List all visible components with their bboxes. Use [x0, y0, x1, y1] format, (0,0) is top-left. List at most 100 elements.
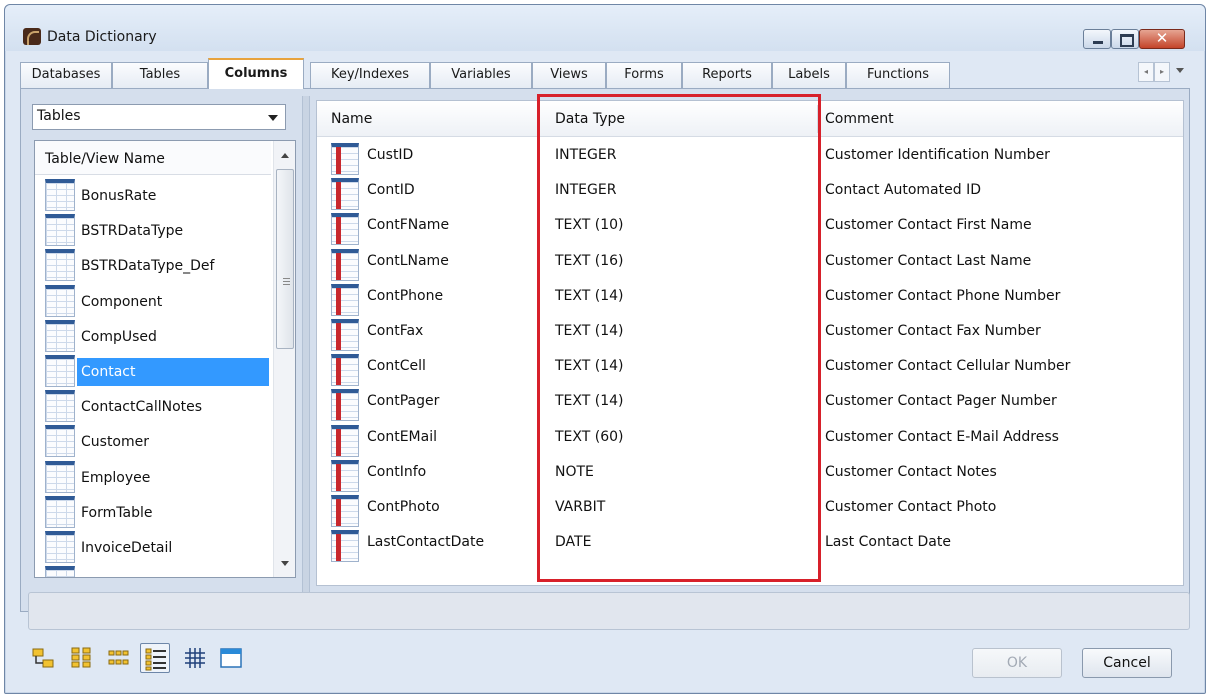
- cell-data-type: TEXT (14): [555, 322, 624, 339]
- cell-data-type: TEXT (16): [555, 252, 624, 269]
- tab-strip: Databases Tables Columns Key/Indexes Var…: [20, 58, 1190, 89]
- window-title: Data Dictionary: [47, 29, 157, 45]
- window-view-button[interactable]: [216, 643, 246, 673]
- list-item[interactable]: BSTRDataType_Def: [35, 247, 271, 282]
- chevron-down-icon[interactable]: [268, 115, 278, 121]
- minimize-button[interactable]: [1083, 29, 1111, 49]
- close-button[interactable]: ✕: [1139, 29, 1185, 49]
- cell-data-type: TEXT (14): [555, 393, 624, 410]
- table-list[interactable]: Table/View Name BonusRate BSTRDataType B…: [34, 140, 296, 578]
- tab-functions[interactable]: Functions: [846, 62, 950, 88]
- table-icon: [45, 530, 75, 563]
- scroll-up-icon[interactable]: [281, 153, 289, 158]
- tab-variables[interactable]: Variables: [430, 62, 532, 88]
- table-row[interactable]: ContPhoto VARBIT Customer Contact Photo: [317, 491, 1183, 527]
- column-header-comment[interactable]: Comment: [825, 111, 894, 127]
- list-item[interactable]: BSTRDataType: [35, 212, 271, 247]
- table-row[interactable]: LastContactDate DATE Last Contact Date: [317, 526, 1183, 563]
- tab-reports[interactable]: Reports: [682, 62, 772, 88]
- list-item-selected[interactable]: Contact: [35, 353, 271, 388]
- close-icon: ✕: [1155, 29, 1169, 47]
- table-row[interactable]: ContPhone TEXT (14) Customer Contact Phone…: [317, 280, 1183, 316]
- tree-view-button[interactable]: [28, 643, 58, 673]
- column-icon: [331, 530, 359, 563]
- title-bar[interactable]: Data Dictionary ✕: [5, 5, 1205, 51]
- list-item-label: Customer: [81, 434, 150, 451]
- table-row[interactable]: ContFax TEXT (14) Customer Contact Fax Num…: [317, 315, 1183, 351]
- table-list-header[interactable]: Table/View Name: [35, 141, 271, 175]
- table-row[interactable]: ContEMail TEXT (60) Customer Contact E-Mai…: [317, 421, 1183, 457]
- columns-grid[interactable]: Name Data Type Comment CustID INTEGER Cust…: [316, 100, 1184, 586]
- cell-name: ContFax: [367, 322, 424, 339]
- column-header-name[interactable]: Name: [331, 111, 372, 127]
- table-row[interactable]: ContID INTEGER Contact Automated ID: [317, 174, 1183, 211]
- tab-menu-chevron-down-icon[interactable]: [1176, 68, 1184, 73]
- table-row[interactable]: ContPager TEXT (14) Customer Contact Pager…: [317, 385, 1183, 422]
- column-header-data-type[interactable]: Data Type: [555, 111, 625, 127]
- cancel-button[interactable]: Cancel: [1082, 648, 1172, 678]
- list-item[interactable]: Component: [35, 283, 271, 318]
- tab-databases[interactable]: Databases: [20, 62, 112, 88]
- list-item[interactable]: FormTable: [35, 494, 271, 529]
- table-icon: [45, 354, 75, 387]
- list-item[interactable]: BonusRate: [35, 177, 271, 212]
- list-item[interactable]: [35, 564, 271, 577]
- list-item-label: ContactCallNotes: [81, 399, 203, 416]
- tab-key-indexes[interactable]: Key/Indexes: [310, 62, 430, 88]
- list-item[interactable]: InvoiceDetail: [35, 529, 271, 564]
- tab-columns[interactable]: Columns: [208, 58, 304, 89]
- column-icon: [331, 283, 359, 316]
- column-icon: [331, 248, 359, 281]
- tab-tables[interactable]: Tables: [112, 62, 208, 88]
- small-icons-view-button[interactable]: [104, 643, 134, 673]
- table-list-scrollbar[interactable]: [273, 141, 295, 577]
- pane-splitter[interactable]: [302, 96, 310, 606]
- maximize-button[interactable]: [1111, 29, 1139, 49]
- table-row[interactable]: ContLName TEXT (16) Customer Contact Last …: [317, 245, 1183, 281]
- cell-name: ContFName: [367, 217, 450, 234]
- list-item[interactable]: Customer: [35, 423, 271, 458]
- tab-scroll-right-icon[interactable]: ▸: [1154, 62, 1170, 82]
- cell-comment: Customer Contact First Name: [825, 217, 1032, 234]
- cell-comment: Customer Contact Photo: [825, 498, 997, 515]
- column-divider[interactable]: [539, 105, 540, 133]
- column-icon: [331, 354, 359, 387]
- list-item[interactable]: ContactCallNotes: [35, 388, 271, 423]
- ok-button[interactable]: OK: [972, 648, 1062, 678]
- cell-comment: Customer Contact Fax Number: [825, 322, 1041, 339]
- cell-name: ContID: [367, 182, 415, 199]
- list-item-label: BSTRDataType: [81, 223, 184, 240]
- cell-name: ContPhone: [367, 287, 444, 304]
- tab-labels[interactable]: Labels: [772, 62, 846, 88]
- scroll-thumb[interactable]: [276, 169, 294, 349]
- list-view-icon: [145, 648, 166, 671]
- cell-data-type: INTEGER: [555, 147, 617, 163]
- table-row[interactable]: ContInfo NOTE Customer Contact Notes: [317, 456, 1183, 492]
- list-item[interactable]: CompUsed: [35, 318, 271, 353]
- column-icon: [331, 459, 359, 492]
- table-row[interactable]: ContCell TEXT (14) Customer Contact Cellul…: [317, 350, 1183, 387]
- cell-name: LastContactDate: [367, 534, 485, 551]
- cell-data-type: TEXT (14): [555, 358, 624, 375]
- cell-data-type: VARBIT: [555, 498, 606, 515]
- tab-forms[interactable]: Forms: [606, 62, 682, 88]
- grid-view-button[interactable]: [180, 643, 210, 673]
- large-icons-view-button[interactable]: [66, 643, 96, 673]
- table-icon: [45, 495, 75, 528]
- column-divider[interactable]: [817, 105, 818, 133]
- column-icon: [331, 178, 359, 211]
- column-icon: [331, 424, 359, 457]
- tab-views[interactable]: Views: [532, 62, 606, 88]
- list-view-button[interactable]: [140, 643, 170, 673]
- cell-data-type: NOTE: [555, 463, 594, 480]
- table-row[interactable]: CustID INTEGER Customer Identification Num…: [317, 139, 1183, 175]
- cell-name: ContEMail: [367, 428, 437, 445]
- list-item[interactable]: Employee: [35, 459, 271, 494]
- object-type-select[interactable]: Tables: [32, 104, 286, 130]
- scroll-down-icon[interactable]: [281, 561, 289, 566]
- cell-data-type: TEXT (14): [555, 287, 624, 304]
- cell-name: ContPager: [367, 393, 440, 410]
- tab-scroll-left-icon[interactable]: ◂: [1138, 62, 1154, 82]
- table-row[interactable]: ContFName TEXT (10) Customer Contact First…: [317, 209, 1183, 246]
- cell-comment: Customer Contact Last Name: [825, 252, 1032, 269]
